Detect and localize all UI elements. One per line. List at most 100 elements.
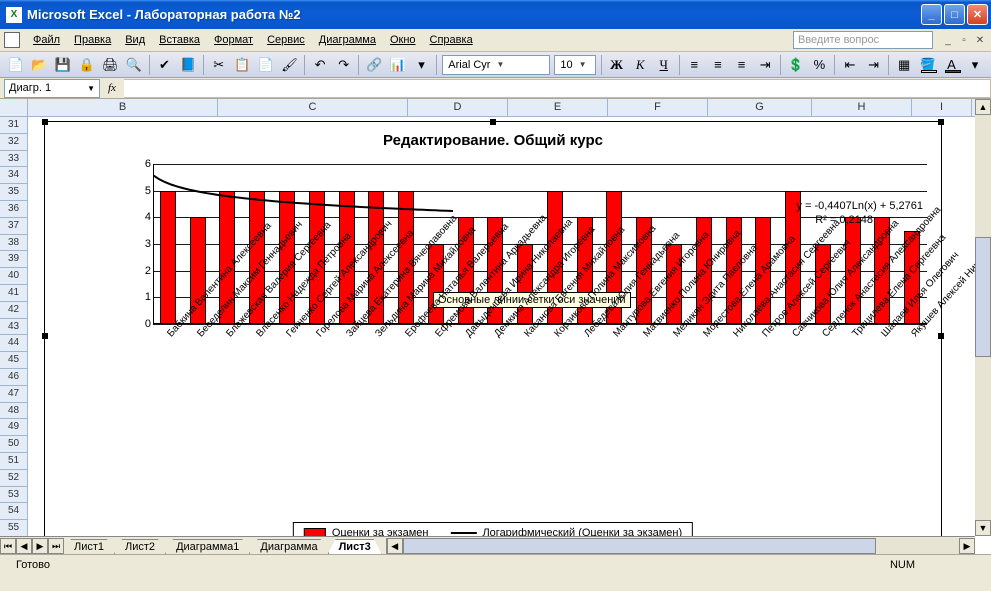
font-size-combo[interactable]: 10▼ <box>554 55 595 75</box>
window-minimize-button[interactable]: _ <box>921 4 942 25</box>
mdi-minimize-button[interactable]: _ <box>941 33 955 47</box>
chart-title[interactable]: Редактирование. Общий курс <box>45 122 941 155</box>
tab-nav-first[interactable]: ⏮ <box>0 538 16 554</box>
row-header[interactable]: 48 <box>0 403 28 420</box>
row-header[interactable]: 40 <box>0 268 28 285</box>
format-painter-button[interactable]: 🖌 <box>279 54 301 76</box>
merge-center-button[interactable]: ⇥ <box>754 54 776 76</box>
vscroll-down-button[interactable]: ▼ <box>975 520 991 536</box>
print-preview-button[interactable]: 🔍 <box>123 54 145 76</box>
align-right-button[interactable]: ≡ <box>731 54 753 76</box>
chart-resize-handle[interactable] <box>938 119 944 125</box>
row-header[interactable]: 38 <box>0 235 28 252</box>
chart-y-axis[interactable]: 0123456 <box>135 164 151 324</box>
toolbar-options-button[interactable]: ▾ <box>411 54 433 76</box>
menu-format[interactable]: Формат <box>207 32 260 48</box>
formula-input[interactable] <box>124 79 991 98</box>
sheet-tab[interactable]: Лист2 <box>114 539 166 554</box>
vscroll-up-button[interactable]: ▲ <box>975 99 991 115</box>
column-header[interactable]: B <box>28 99 218 116</box>
chart-wizard-button[interactable]: 📊 <box>387 54 409 76</box>
percent-button[interactable]: % <box>809 54 831 76</box>
menu-insert[interactable]: Вставка <box>152 32 207 48</box>
chart-resize-handle[interactable] <box>490 119 496 125</box>
row-header[interactable]: 42 <box>0 302 28 319</box>
hscroll-right-button[interactable]: ▶ <box>959 538 975 554</box>
tab-nav-next[interactable]: ▶ <box>32 538 48 554</box>
font-color-button[interactable]: A <box>941 54 963 76</box>
name-box[interactable]: Диагр. 1▼ <box>4 79 100 98</box>
column-header[interactable]: C <box>218 99 408 116</box>
row-header[interactable]: 33 <box>0 151 28 168</box>
currency-button[interactable]: 💲 <box>785 54 807 76</box>
select-all-corner[interactable] <box>0 99 28 117</box>
tab-nav-last[interactable]: ⏭ <box>48 538 64 554</box>
redo-button[interactable]: ↷ <box>333 54 355 76</box>
underline-button[interactable]: Ч <box>653 54 675 76</box>
row-header[interactable]: 55 <box>0 520 28 537</box>
row-header[interactable]: 31 <box>0 117 28 134</box>
sheet-tab[interactable]: Лист1 <box>63 539 115 554</box>
menu-edit[interactable]: Правка <box>67 32 118 48</box>
increase-indent-button[interactable]: ⇥ <box>863 54 885 76</box>
row-header[interactable]: 37 <box>0 218 28 235</box>
window-close-button[interactable]: ✕ <box>967 4 988 25</box>
row-header[interactable]: 41 <box>0 285 28 302</box>
align-center-button[interactable]: ≡ <box>707 54 729 76</box>
vertical-scrollbar[interactable]: ▲ ▼ <box>975 99 991 536</box>
fx-label[interactable]: fx <box>108 82 116 94</box>
decrease-indent-button[interactable]: ⇤ <box>839 54 861 76</box>
horizontal-scrollbar[interactable]: ◀ ▶ <box>386 538 975 554</box>
hscroll-left-button[interactable]: ◀ <box>387 538 403 554</box>
column-header[interactable]: I <box>912 99 972 116</box>
hyperlink-button[interactable]: 🔗 <box>363 54 385 76</box>
menu-view[interactable]: Вид <box>118 32 152 48</box>
column-header[interactable]: E <box>508 99 608 116</box>
row-header[interactable]: 34 <box>0 167 28 184</box>
column-header[interactable]: G <box>708 99 812 116</box>
row-header[interactable]: 36 <box>0 201 28 218</box>
align-left-button[interactable]: ≡ <box>684 54 706 76</box>
row-header[interactable]: 45 <box>0 352 28 369</box>
menu-file[interactable]: Файл <box>26 32 67 48</box>
row-header[interactable]: 32 <box>0 134 28 151</box>
font-name-combo[interactable]: Arial Cyr▼ <box>442 55 550 75</box>
row-header[interactable]: 51 <box>0 453 28 470</box>
row-header[interactable]: 46 <box>0 369 28 386</box>
row-header[interactable]: 43 <box>0 319 28 336</box>
toolbar-more-button[interactable]: ▾ <box>964 54 986 76</box>
mdi-restore-button[interactable]: ▫ <box>957 33 971 47</box>
chart-resize-handle[interactable] <box>42 119 48 125</box>
row-header[interactable]: 47 <box>0 386 28 403</box>
chart-category-labels[interactable]: Бабкина Валентина АлексеевнаБеседелин Ма… <box>153 329 927 511</box>
row-header[interactable]: 54 <box>0 503 28 520</box>
row-header[interactable]: 50 <box>0 436 28 453</box>
menu-chart[interactable]: Диаграмма <box>312 32 383 48</box>
new-button[interactable]: 📄 <box>5 54 27 76</box>
cut-button[interactable]: ✂ <box>208 54 230 76</box>
chart-resize-handle[interactable] <box>42 333 48 339</box>
help-question-box[interactable]: Введите вопрос <box>793 31 933 49</box>
row-header[interactable]: 35 <box>0 184 28 201</box>
copy-button[interactable]: 📋 <box>231 54 253 76</box>
row-header[interactable]: 49 <box>0 419 28 436</box>
print-button[interactable]: 🖨 <box>99 54 121 76</box>
borders-button[interactable]: ▦ <box>893 54 915 76</box>
open-button[interactable]: 📂 <box>29 54 51 76</box>
menu-tools[interactable]: Сервис <box>260 32 312 48</box>
menu-window[interactable]: Окно <box>383 32 423 48</box>
sheet-tab[interactable]: Диаграмма1 <box>165 539 250 554</box>
permission-button[interactable]: 🔒 <box>76 54 98 76</box>
row-header[interactable]: 53 <box>0 487 28 504</box>
column-header[interactable]: H <box>812 99 912 116</box>
paste-button[interactable]: 📄 <box>255 54 277 76</box>
bold-button[interactable]: Ж <box>606 54 628 76</box>
sheet-tab[interactable]: Лист3 <box>328 539 382 554</box>
chart-resize-handle[interactable] <box>938 333 944 339</box>
row-header[interactable]: 52 <box>0 470 28 487</box>
embedded-chart[interactable]: Редактирование. Общий курс 0123456 y = -… <box>44 121 942 551</box>
hscroll-thumb[interactable] <box>403 538 876 554</box>
vscroll-thumb[interactable] <box>975 237 991 357</box>
column-header[interactable]: D <box>408 99 508 116</box>
row-header[interactable]: 44 <box>0 335 28 352</box>
